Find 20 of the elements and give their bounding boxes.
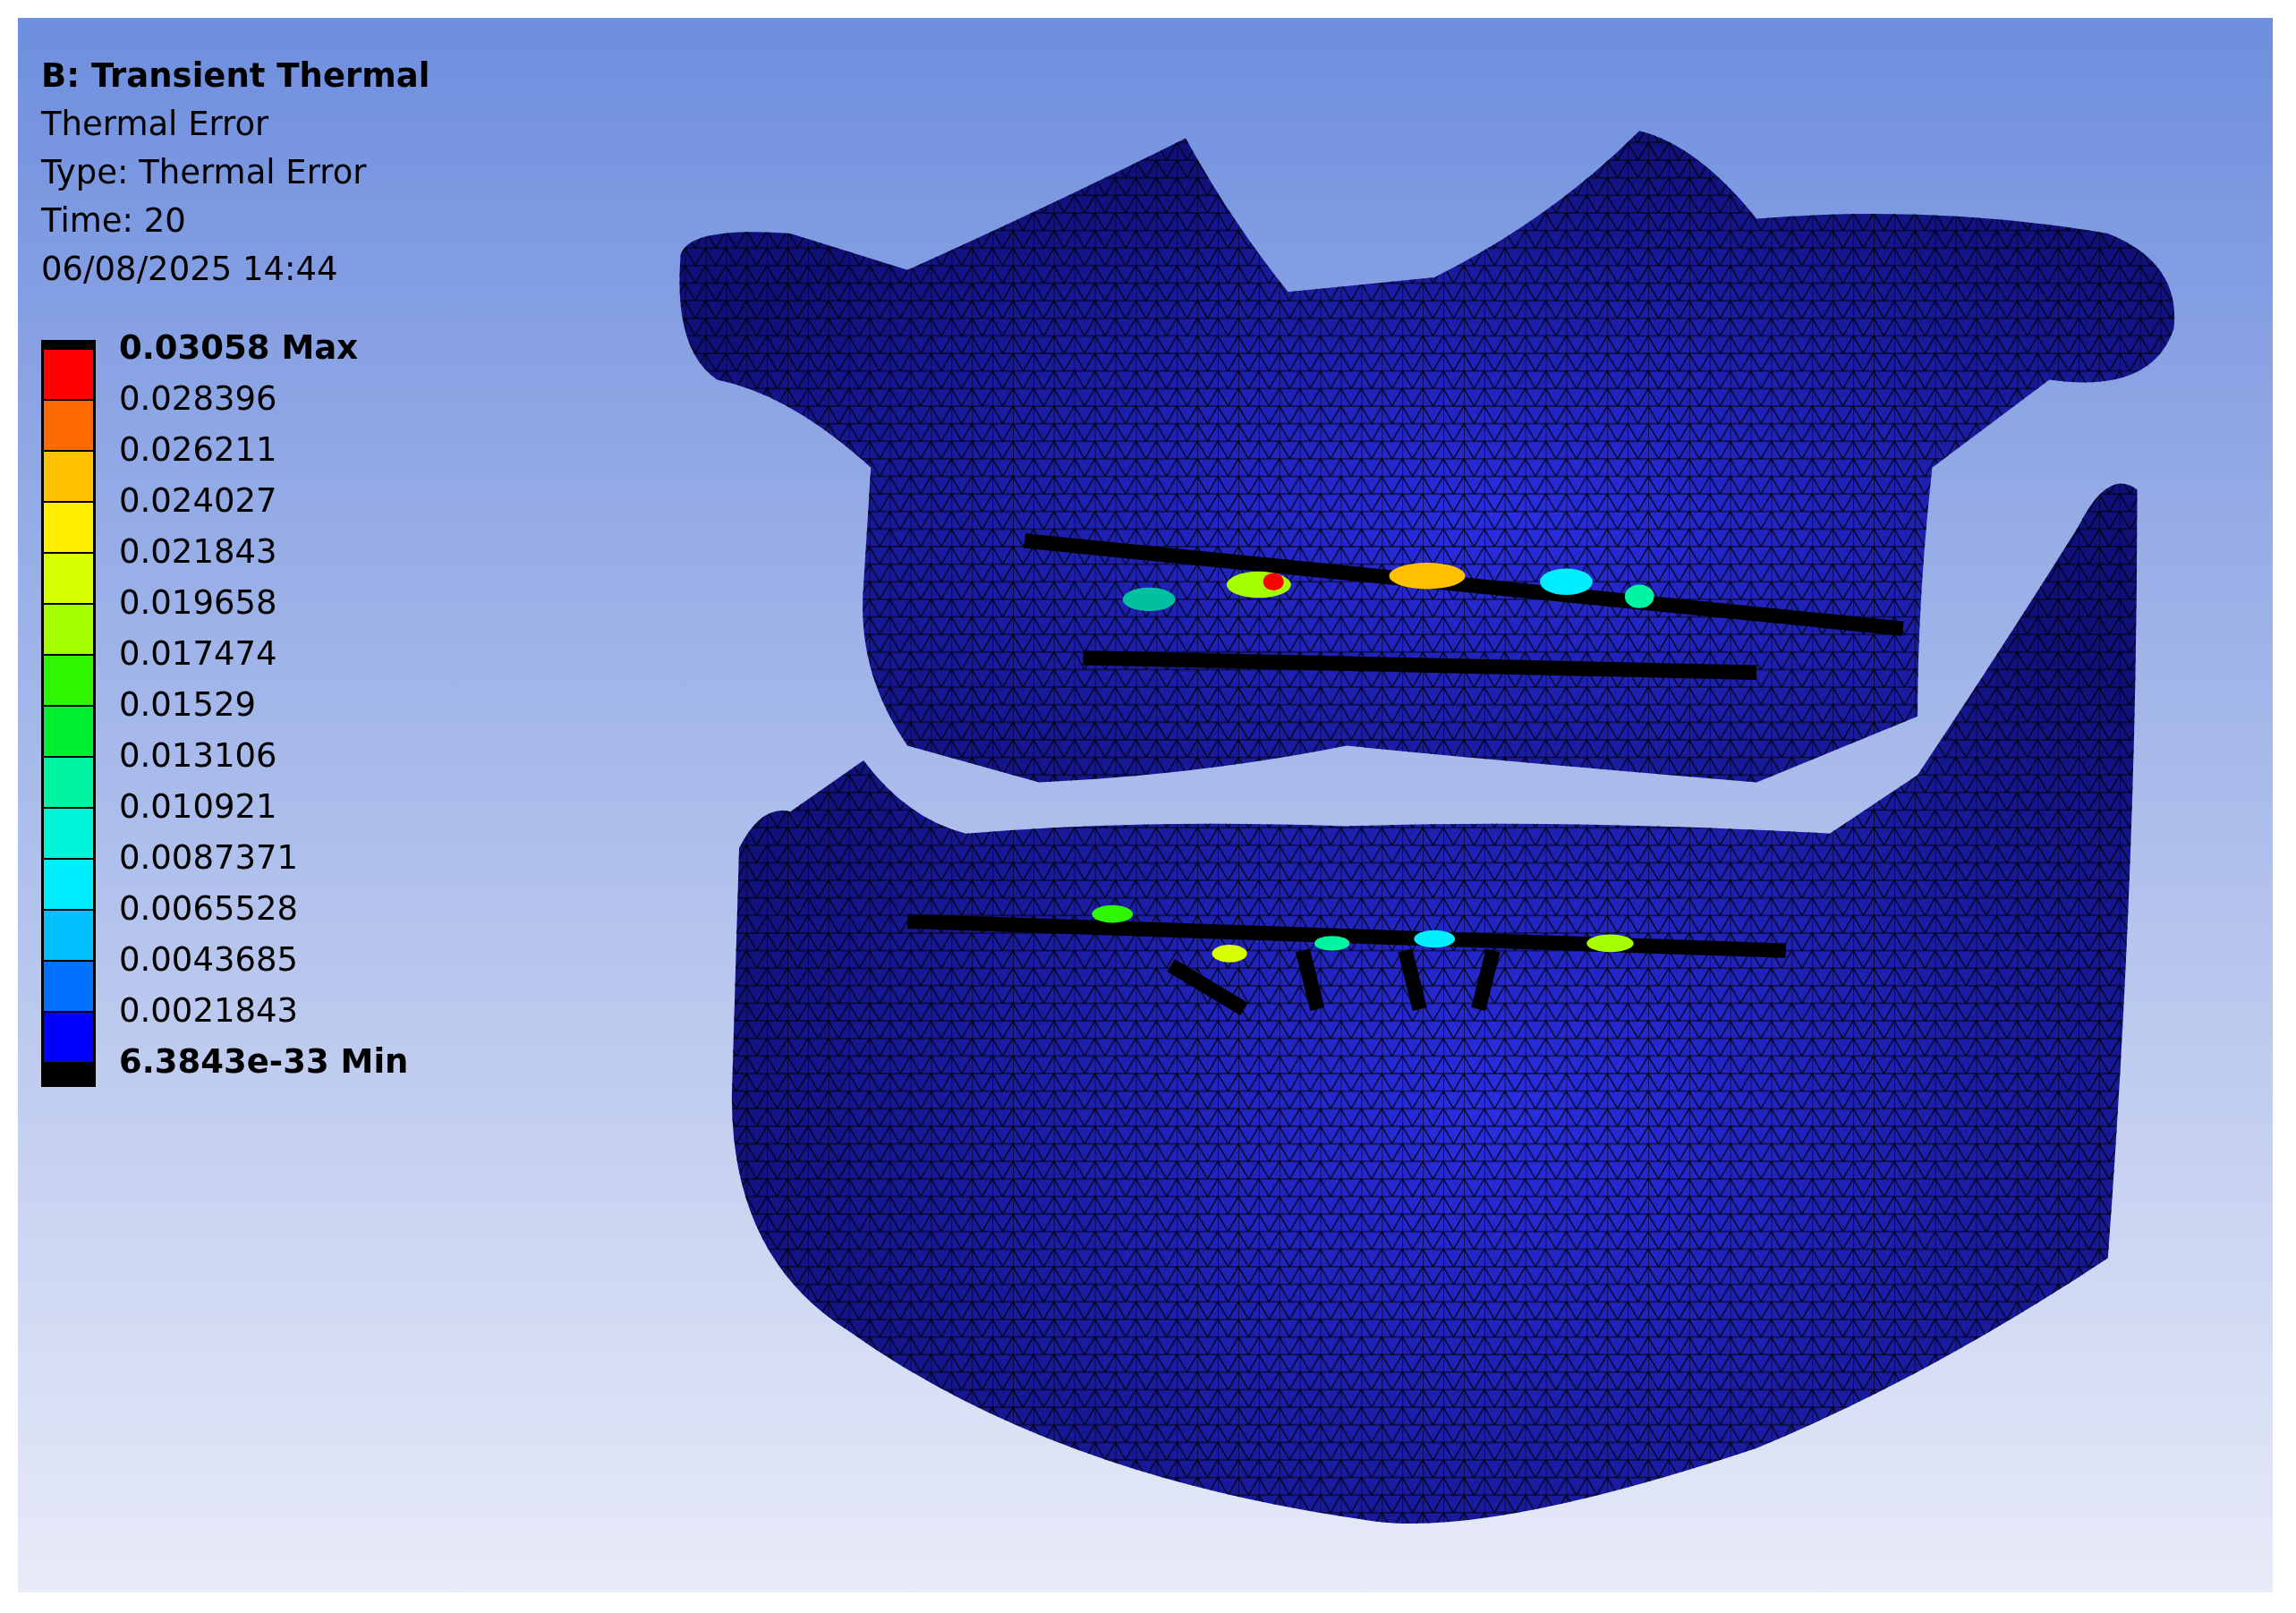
result-info-text: 06/08/2025 14:44: [41, 249, 339, 290]
scale-value: 0.019658: [119, 582, 278, 624]
scale-value: 0.0043685: [119, 939, 300, 981]
scale-value: 0.013106: [119, 735, 278, 777]
scale-value: 0.028396: [119, 378, 278, 420]
result-info-text: Time: 20: [41, 200, 187, 242]
scale-value: 0.024027: [119, 480, 278, 522]
result-info-text: Type: Thermal Error: [41, 152, 368, 193]
result-info-text: Thermal Error: [41, 104, 270, 145]
min-label: 6.3843e-33 Min: [119, 1041, 409, 1082]
scale-value: 0.026211: [119, 429, 278, 471]
scale-value: 0.021843: [119, 531, 278, 573]
result-title: B: Transient Thermal: [41, 55, 431, 97]
scale-value: 0.0021843: [119, 990, 300, 1031]
scale-value: 0.017474: [119, 633, 278, 675]
scale-value: 0.0087371: [119, 837, 300, 879]
scale-value: 0.0065528: [119, 888, 300, 930]
scale-value: 0.01529: [119, 684, 257, 726]
scale-value: 0.010921: [119, 786, 278, 828]
max-label: 0.03058 Max: [119, 327, 360, 369]
